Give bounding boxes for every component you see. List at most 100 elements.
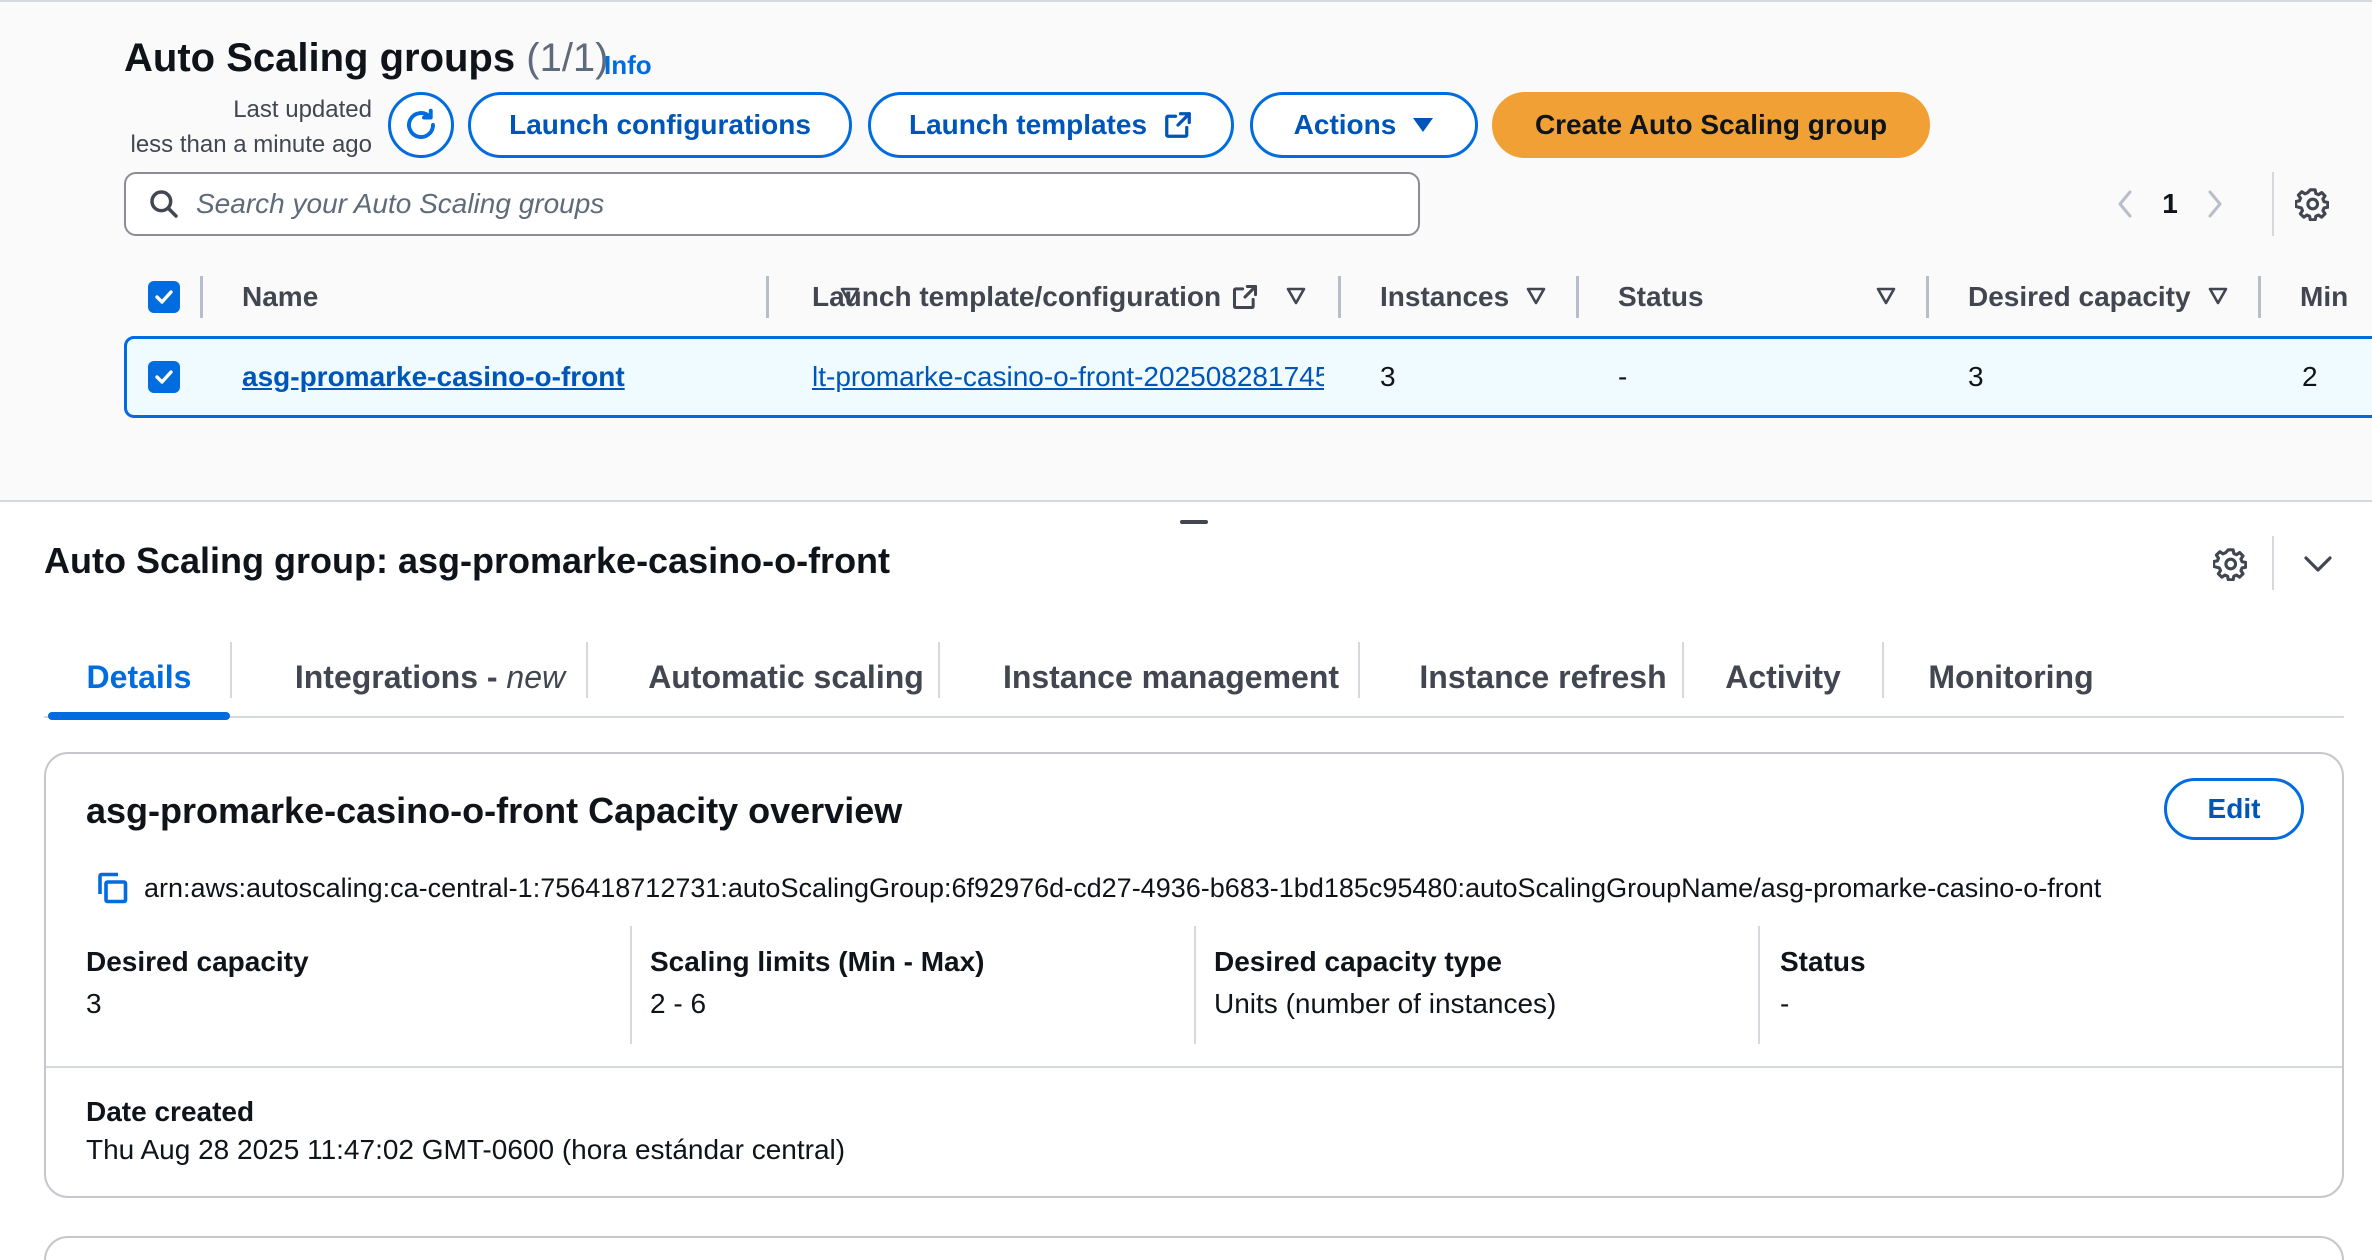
pagination: 1 (2100, 172, 2240, 236)
column-header-desired-capacity[interactable]: Desired capacity (1968, 268, 2198, 326)
tab-details[interactable]: Details (48, 640, 230, 720)
last-updated-label: Last updated (233, 96, 372, 123)
tab-monitoring[interactable]: Monitoring (1884, 640, 2138, 714)
split-panel-resize-handle[interactable] (1180, 520, 1208, 524)
row-checkbox[interactable] (148, 339, 180, 415)
tab-label: Automatic scaling (648, 658, 924, 695)
status-field: Status - (1780, 946, 1866, 1020)
column-header-label: Status (1618, 281, 1704, 312)
create-asg-label: Create Auto Scaling group (1534, 109, 1888, 140)
search-input[interactable] (196, 188, 1396, 220)
launch-template-cell: lt-promarke-casino-o-front-2025082817450 (812, 339, 1324, 415)
detail-header-divider (2272, 536, 2274, 590)
caret-down-icon (1413, 118, 1434, 132)
column-header-launch-template[interactable]: Launch template/configuration (812, 268, 1312, 326)
field-label: Scaling limits (Min - Max) (650, 946, 985, 977)
tab-label: Activity (1725, 658, 1841, 695)
field-label: Date created (86, 1096, 255, 1127)
asg-name-link[interactable]: asg-promarke-casino-o-front (242, 339, 625, 415)
tab-automatic-scaling[interactable]: Automatic scaling (588, 640, 984, 714)
next-page-button[interactable] (2190, 189, 2240, 219)
collapse-panel-button[interactable] (2298, 544, 2338, 584)
field-divider (1758, 926, 1760, 1044)
column-divider (200, 276, 203, 318)
tab-activity[interactable]: Activity (1684, 640, 1882, 714)
chevron-right-icon (2208, 190, 2222, 218)
last-updated-text: Last updated less than a minute ago (100, 92, 373, 162)
launch-configurations-button[interactable]: Launch configurations (468, 92, 852, 158)
column-header-status[interactable]: Status (1618, 268, 1818, 326)
field-label: Desired capacity (86, 946, 309, 977)
card-divider (46, 1066, 2342, 1068)
sort-icon[interactable] (1876, 287, 1896, 305)
edit-button[interactable]: Edit (2164, 778, 2304, 840)
launch-templates-button[interactable]: Launch templates (868, 92, 1234, 158)
column-header-min[interactable]: Min (2300, 268, 2372, 326)
field-value: 2 - 6 (650, 988, 707, 1019)
last-updated-value: less than a minute ago (130, 131, 373, 158)
info-link[interactable]: Info (604, 50, 652, 81)
new-badge: new (506, 658, 566, 695)
field-value: 3 (86, 988, 102, 1019)
sort-icon[interactable] (1526, 287, 1546, 305)
selection-count: (1/1) (526, 36, 609, 80)
create-auto-scaling-group-button[interactable]: Create Auto Scaling group (1492, 92, 1930, 158)
table-row[interactable]: asg-promarke-casino-o-front lt-promarke-… (124, 336, 2372, 418)
table-header: Name Launch template/configuration Insta… (124, 268, 2372, 326)
page-title-text: Auto Scaling groups (124, 36, 516, 80)
scaling-limits-field: Scaling limits (Min - Max) 2 - 6 (650, 946, 984, 1020)
actions-dropdown-button[interactable]: Actions (1250, 92, 1478, 158)
min-cell: 2 (2302, 361, 2318, 392)
field-label: Status (1780, 946, 1866, 977)
field-divider (1194, 926, 1196, 1044)
tab-integrations[interactable]: Integrations - new (232, 640, 628, 714)
field-value: - (1780, 988, 1790, 1019)
column-header-label: Min (2300, 281, 2349, 312)
select-all-checkbox[interactable] (148, 268, 180, 326)
sort-icon[interactable] (2208, 287, 2228, 305)
column-header-instances[interactable]: Instances (1380, 268, 1550, 326)
field-value: Thu Aug 28 2025 11:47:02 GMT-0600 (hora … (86, 1134, 846, 1165)
tab-instance-management[interactable]: Instance management (940, 640, 1402, 714)
tab-label: Instance management (1002, 658, 1340, 695)
column-header-label: Launch template/configuration (812, 281, 1222, 312)
asg-list-panel: Auto Scaling groups (1/1) Info Last upda… (0, 0, 2372, 502)
column-divider (1338, 276, 1341, 318)
desired-capacity-type-field: Desired capacity type Units (number of i… (1214, 946, 1556, 1020)
chevron-down-icon (2304, 556, 2332, 572)
desired-capacity-cell: 3 (1968, 361, 1984, 392)
detail-panel-title: Auto Scaling group: asg-promarke-casino-… (44, 540, 891, 581)
copy-icon[interactable] (94, 870, 130, 906)
current-page-number[interactable]: 1 (2150, 188, 2190, 220)
column-divider (2258, 276, 2261, 318)
next-card (44, 1236, 2344, 1260)
launch-configurations-label: Launch configurations (509, 109, 811, 140)
split-panel-preferences-button[interactable] (2210, 544, 2250, 584)
tab-label: Integrations - (294, 658, 507, 695)
desired-capacity-field: Desired capacity 3 (86, 946, 309, 1020)
gear-icon (2213, 548, 2247, 581)
tab-label: Instance refresh (1419, 658, 1667, 695)
column-divider (1576, 276, 1579, 318)
field-divider (630, 926, 632, 1044)
detail-tabs: Details Integrations - new Automatic sca… (44, 640, 2344, 720)
capacity-overview-title: asg-promarke-casino-o-front Capacity ove… (86, 790, 903, 831)
external-link-icon (1233, 284, 1258, 310)
tab-instance-refresh[interactable]: Instance refresh (1360, 640, 1726, 714)
gear-icon (2295, 188, 2329, 221)
page-title: Auto Scaling groups (1/1) (124, 36, 609, 81)
capacity-overview-card: asg-promarke-casino-o-front Capacity ove… (44, 752, 2344, 1198)
table-preferences-button[interactable] (2292, 184, 2332, 224)
external-link-icon (1165, 112, 1191, 138)
field-label: Desired capacity type (1214, 946, 1502, 977)
date-created-field: Date created Thu Aug 28 2025 11:47:02 GM… (86, 1096, 845, 1166)
refresh-button[interactable] (388, 92, 454, 158)
search-field[interactable] (124, 172, 1420, 236)
column-header-label: Name (242, 281, 319, 312)
chevron-left-icon (2118, 190, 2132, 218)
column-header-name[interactable]: Name (242, 268, 860, 326)
sort-icon[interactable] (1286, 287, 1306, 305)
checkbox-icon (148, 361, 180, 393)
launch-template-link[interactable]: lt-promarke-casino-o-front-2025082817450 (812, 361, 1324, 393)
previous-page-button[interactable] (2100, 189, 2150, 219)
